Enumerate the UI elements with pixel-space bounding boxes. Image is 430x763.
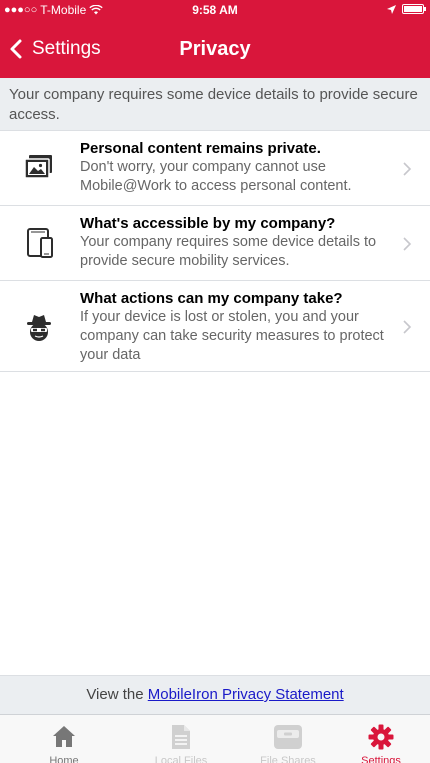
item-description: Don't worry, your company cannot use Mob… xyxy=(80,159,352,194)
tab-bar: Home Local Files File Shares Settings xyxy=(0,714,430,763)
status-right xyxy=(387,4,426,14)
tab-label: Settings xyxy=(361,755,401,763)
status-bar: ●●●○○ T-Mobile 9:58 AM xyxy=(0,0,430,20)
tab-settings[interactable]: Settings xyxy=(327,715,430,763)
item-title: What actions can my company take? xyxy=(80,290,343,307)
chevron-right-icon xyxy=(403,162,412,176)
privacy-statement-prefix: View the xyxy=(86,686,148,703)
item-text: What's accessible by my company? Your co… xyxy=(80,214,392,271)
devices-icon xyxy=(27,228,53,258)
list-item-company-actions[interactable]: What actions can my company take? If you… xyxy=(0,281,430,372)
page-title: Privacy xyxy=(179,38,251,60)
chevron-right-icon xyxy=(403,237,412,251)
archive-icon xyxy=(274,725,302,749)
item-text: Personal content remains private. Don't … xyxy=(80,139,392,196)
tab-label: Local Files xyxy=(154,755,208,763)
notice-text: Your company requires some device detail… xyxy=(0,78,430,131)
item-text: What actions can my company take? If you… xyxy=(80,289,392,365)
photo-icon xyxy=(24,155,52,179)
tab-label: File Shares xyxy=(260,755,316,763)
list-item-accessible-data[interactable]: What's accessible by my company? Your co… xyxy=(0,206,430,281)
item-title: What's accessible by my company? xyxy=(80,215,336,232)
header: ●●●○○ T-Mobile 9:58 AM Settings Privacy xyxy=(0,0,430,78)
gear-icon xyxy=(368,724,394,750)
tab-home[interactable]: Home xyxy=(10,715,118,763)
status-time: 9:58 AM xyxy=(192,3,238,17)
list-item-personal-content[interactable]: Personal content remains private. Don't … xyxy=(0,131,430,206)
document-icon xyxy=(172,725,190,749)
tab-file-shares[interactable]: File Shares xyxy=(234,715,342,763)
privacy-list: Personal content remains private. Don't … xyxy=(0,131,430,372)
tab-local-files[interactable]: Local Files xyxy=(127,715,235,763)
tab-label: Home xyxy=(49,755,79,763)
privacy-statement-link[interactable]: MobileIron Privacy Statement xyxy=(148,686,344,703)
privacy-statement-bar: View the MobileIron Privacy Statement xyxy=(0,675,430,714)
home-icon xyxy=(53,726,75,747)
location-arrow-icon xyxy=(387,4,396,14)
item-description: If your device is lost or stolen, you an… xyxy=(80,309,384,363)
nav-bar: Settings Privacy xyxy=(0,20,430,78)
spy-icon xyxy=(27,315,51,341)
battery-icon xyxy=(402,4,426,14)
item-title: Personal content remains private. xyxy=(80,140,321,157)
chevron-right-icon xyxy=(403,320,412,334)
item-description: Your company requires some device detail… xyxy=(80,234,377,269)
